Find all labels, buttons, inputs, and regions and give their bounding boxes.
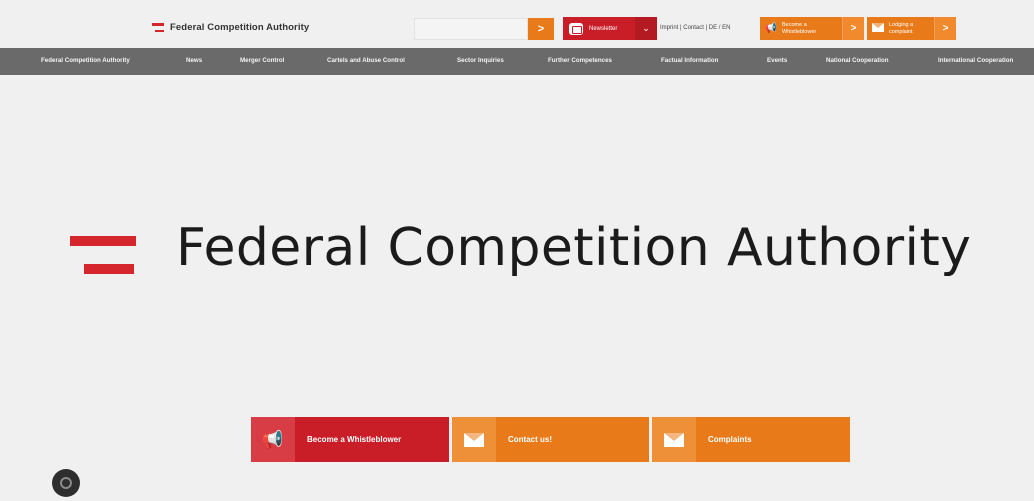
logo-flag-icon — [152, 23, 164, 32]
newsletter-button[interactable]: Newsletter ⌄ — [563, 17, 657, 40]
complaints-tile-label: Complaints — [708, 435, 752, 444]
header-brand-name: Federal Competition Authority — [170, 22, 310, 33]
hero-logo: Federal Competition Authority — [70, 216, 971, 280]
contact-tile[interactable]: Contact us! — [452, 417, 649, 462]
nav-item-sector-inquiries[interactable]: Sector Inquiries — [457, 57, 504, 64]
nav-item-federal-competition-authority[interactable]: Federal Competition Authority — [41, 57, 130, 64]
header-logo[interactable]: Federal Competition Authority — [152, 22, 309, 33]
search-input[interactable] — [414, 18, 528, 40]
complaints-tile[interactable]: Complaints — [652, 417, 850, 462]
envelope-icon — [452, 417, 496, 462]
nav-item-merger-control[interactable]: Merger Control — [240, 57, 284, 64]
arrow-right-icon[interactable]: > — [934, 17, 956, 40]
nav-item-news[interactable]: News — [186, 57, 202, 64]
header-complaint-label: Lodging a complaint — [889, 22, 914, 35]
newsletter-icon — [569, 22, 583, 35]
header-whistleblower-label: Become a Whistleblower — [782, 22, 817, 35]
megaphone-icon: 📢 — [251, 417, 295, 462]
utility-links[interactable]: Imprint | Contact | DE / EN — [660, 25, 730, 31]
envelope-icon — [871, 22, 885, 35]
search-button[interactable]: > — [528, 18, 554, 40]
nav-item-cartels-abuse-control[interactable]: Cartels and Abuse Control — [327, 57, 405, 64]
nav-item-national-cooperation[interactable]: National Cooperation — [826, 57, 889, 64]
envelope-icon — [652, 417, 696, 462]
header-whistleblower-button[interactable]: 📢 Become a Whistleblower > — [760, 17, 864, 40]
nav-item-events[interactable]: Events — [767, 57, 787, 64]
header-complaint-button[interactable]: Lodging a complaint > — [867, 17, 956, 40]
nav-item-factual-information[interactable]: Factual Information — [661, 57, 718, 64]
top-header: Federal Competition Authority > Newslett… — [0, 0, 1034, 48]
megaphone-icon: 📢 — [764, 23, 778, 34]
accessibility-icon[interactable] — [52, 469, 80, 497]
hero-title: Federal Competition Authority — [176, 218, 972, 278]
arrow-right-icon[interactable]: > — [842, 17, 864, 40]
main-nav: Federal Competition Authority News Merge… — [0, 48, 1034, 75]
newsletter-label: Newsletter — [589, 25, 618, 32]
nav-item-further-competences[interactable]: Further Competences — [548, 57, 612, 64]
contact-tile-label: Contact us! — [508, 435, 552, 444]
whistleblower-tile[interactable]: 📢 Become a Whistleblower — [251, 417, 449, 462]
nav-item-international-cooperation[interactable]: International Cooperation — [938, 57, 1013, 64]
chevron-down-icon[interactable]: ⌄ — [635, 17, 657, 40]
hero-flag-icon — [70, 227, 136, 274]
whistleblower-tile-label: Become a Whistleblower — [307, 435, 402, 444]
